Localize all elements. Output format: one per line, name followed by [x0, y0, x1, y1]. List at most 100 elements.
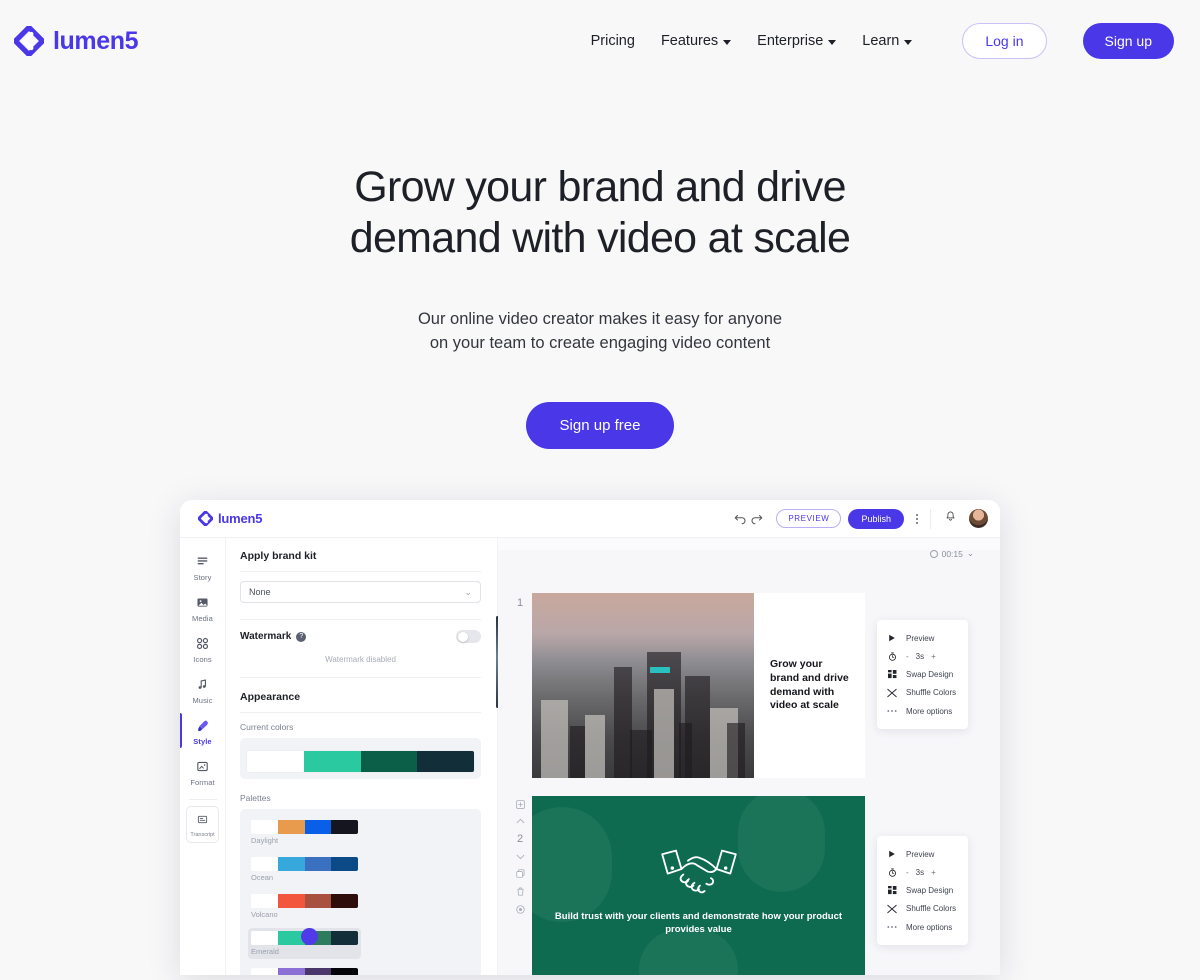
scene-1-card[interactable]: Grow your brand and drive demand with vi…: [532, 593, 865, 778]
sidebar-item-music[interactable]: Music: [180, 669, 226, 710]
style-brush-icon: [180, 717, 226, 734]
nav-link-label: Pricing: [590, 33, 635, 49]
add-scene-icon[interactable]: [515, 800, 525, 809]
brand-name: lumen5: [53, 26, 139, 55]
record-icon[interactable]: [515, 905, 525, 914]
nav-links: Pricing Features Enterprise Learn Log in…: [591, 23, 1174, 59]
sign-up-free-button[interactable]: Sign up free: [525, 402, 675, 450]
scene-menu-label: Shuffle Colors: [906, 904, 957, 913]
palette-emerald[interactable]: Emerald: [248, 928, 361, 959]
swap-design-button[interactable]: Swap Design: [886, 665, 956, 683]
sidebar-item-style[interactable]: Style: [180, 710, 226, 751]
kebab-menu-icon[interactable]: [916, 513, 918, 524]
palette-cosmos[interactable]: Cosmos: [248, 965, 361, 975]
sidebar-item-icons[interactable]: Icons: [180, 628, 226, 669]
chevron-down-icon: ⌄: [464, 586, 472, 597]
scene-preview-button[interactable]: Preview: [886, 629, 956, 647]
video-duration[interactable]: 00:15 ⌄: [929, 548, 974, 559]
scene-1-rail: 1: [508, 593, 532, 778]
current-colors-swatches[interactable]: [246, 750, 475, 773]
sidebar-item-label: Media: [192, 614, 213, 623]
watermark-note: Watermark disabled: [325, 655, 396, 664]
undo-arrow-icon[interactable]: [732, 511, 748, 527]
sidebar-item-label: Transcript: [190, 832, 215, 838]
scene-menu-label: More options: [906, 922, 953, 932]
palette-ocean[interactable]: Ocean: [248, 854, 361, 885]
scene-number: 2: [516, 833, 524, 845]
nav-link-label: Features: [660, 33, 719, 49]
color-swatch[interactable]: [247, 751, 304, 772]
color-swatch[interactable]: [360, 751, 418, 772]
media-image-icon: [180, 594, 226, 611]
scene-1-city-image: [532, 593, 754, 778]
apply-brand-kit-label: Apply brand kit: [240, 550, 317, 562]
nav-link-enterprise[interactable]: Enterprise: [757, 33, 837, 49]
hero-title-line-2: demand with video at scale: [349, 213, 851, 262]
site-logo[interactable]: lumen5: [14, 26, 139, 56]
duplicate-icon[interactable]: [515, 869, 525, 878]
clock-icon: [929, 549, 938, 558]
shuffle-colors-button[interactable]: Shuffle Colors: [886, 683, 956, 702]
palette-daylight[interactable]: Daylight: [248, 817, 361, 848]
sidebar-item-label: Style: [193, 737, 212, 746]
palettes-grid: Daylight Ocean Volcano Emerald Cosmos: [248, 817, 473, 975]
nav-link-label: Learn: [862, 33, 900, 49]
scene-2-card[interactable]: Build trust with your clients and demons…: [532, 796, 865, 975]
duration-decrease-button[interactable]: -: [906, 652, 909, 661]
sidebar-item-format[interactable]: Format: [180, 751, 226, 792]
palette-name: Emerald: [251, 947, 279, 956]
scene-1: 1 Grow your brand and drive demand with …: [508, 593, 969, 778]
publish-button[interactable]: Publish: [848, 508, 904, 529]
duration-increase-button[interactable]: +: [931, 868, 936, 877]
ellipsis-icon: [886, 709, 898, 713]
nav-link-learn[interactable]: Learn: [862, 33, 913, 49]
nav-link-pricing[interactable]: Pricing: [591, 33, 635, 49]
scene-2-menu: Preview - 3s + Swap Design Shuffle Color…: [877, 836, 969, 945]
palettes-box: Daylight Ocean Volcano Emerald Cosmos: [240, 809, 481, 975]
color-swatch[interactable]: [303, 751, 361, 772]
shuffle-scissors-icon: [886, 688, 898, 698]
redo-arrow-icon[interactable]: [748, 511, 764, 527]
scene-preview-button[interactable]: Preview: [886, 845, 956, 863]
watermark-toggle[interactable]: [456, 630, 481, 643]
transcript-icon: [187, 812, 218, 830]
palette-volcano[interactable]: Volcano: [248, 891, 361, 922]
sidebar-item-media[interactable]: Media: [180, 587, 226, 628]
help-question-icon[interactable]: ?: [296, 631, 307, 642]
sign-up-button[interactable]: Sign up: [1082, 23, 1174, 59]
scene-menu-label: Swap Design: [906, 669, 954, 679]
duration-value: 00:15: [941, 548, 963, 559]
more-options-button[interactable]: More options: [886, 918, 956, 936]
chevron-up-icon[interactable]: [516, 818, 525, 824]
panel-divider: [240, 571, 481, 572]
nav-link-features[interactable]: Features: [660, 33, 732, 49]
swap-design-button[interactable]: Swap Design: [886, 881, 956, 899]
log-in-button[interactable]: Log in: [962, 23, 1047, 59]
delete-trash-icon[interactable]: [516, 887, 525, 896]
preview-button[interactable]: PREVIEW: [776, 509, 842, 528]
brand-kit-select[interactable]: None ⌄: [240, 581, 481, 603]
sidebar-item-transcript[interactable]: Transcript: [186, 806, 219, 843]
more-options-button[interactable]: More options: [886, 702, 956, 720]
icons-grid-icon: [180, 635, 226, 652]
music-note-icon: [180, 676, 226, 693]
stopwatch-icon: [886, 651, 898, 661]
shuffle-colors-button[interactable]: Shuffle Colors: [886, 899, 956, 918]
chevron-down-icon[interactable]: [516, 854, 525, 860]
chevron-down-icon: [904, 39, 913, 45]
chevron-down-icon: [723, 39, 732, 45]
notification-bell-icon[interactable]: [944, 510, 957, 528]
appearance-label: Appearance: [240, 691, 301, 703]
scene-menu-label: Shuffle Colors: [906, 688, 957, 697]
duration-increase-button[interactable]: +: [931, 652, 936, 661]
app-logo[interactable]: lumen5: [198, 511, 263, 526]
scene-1-text: Grow your brand and drive demand with vi…: [770, 657, 849, 712]
stopwatch-icon: [886, 867, 898, 877]
user-avatar[interactable]: [969, 509, 988, 528]
hero-subtitle-line-1: Our online video creator makes it easy f…: [417, 310, 783, 329]
sidebar-item-story[interactable]: Story: [180, 546, 226, 587]
palette-name: Ocean: [251, 873, 274, 882]
handshake-icon: [660, 849, 737, 894]
color-swatch[interactable]: [417, 751, 474, 772]
duration-decrease-button[interactable]: -: [906, 868, 909, 877]
